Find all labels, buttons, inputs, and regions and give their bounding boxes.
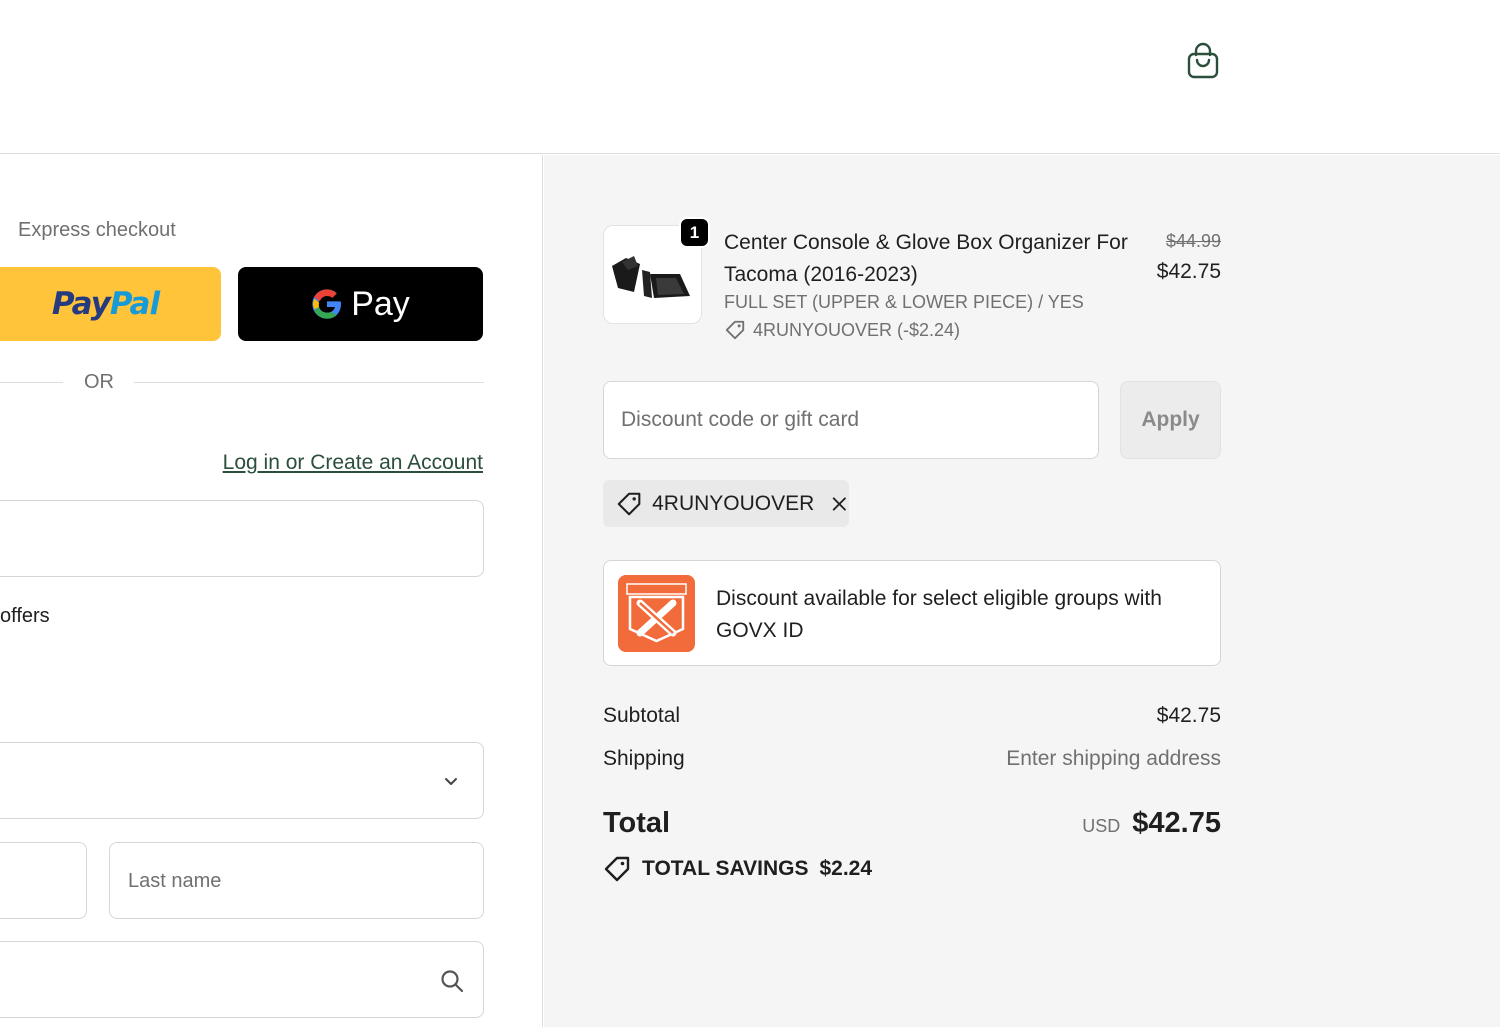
- product-variant: FULL SET (UPPER & LOWER PIECE) / YES: [724, 292, 1084, 312]
- email-offers-checkbox-label[interactable]: offers: [0, 605, 50, 628]
- savings-label: TOTAL SAVINGS: [642, 857, 809, 880]
- or-divider: OR: [0, 371, 484, 395]
- paypal-logo-pay: Pay: [51, 286, 111, 322]
- express-checkout-label: Express checkout: [18, 219, 176, 241]
- address-field[interactable]: [0, 941, 484, 1018]
- total-label: Total: [603, 807, 671, 839]
- currency-code: USD: [1082, 816, 1121, 836]
- govx-id-logo: [618, 575, 695, 652]
- google-pay-button[interactable]: Pay: [238, 267, 483, 341]
- first-name-field[interactable]: [0, 842, 87, 919]
- google-g-icon: [312, 289, 342, 319]
- discount-code-input[interactable]: [603, 381, 1099, 459]
- original-price: $44.99: [1165, 231, 1221, 251]
- subtotal-value: $42.75: [1156, 704, 1221, 727]
- paypal-button[interactable]: PayPal: [0, 267, 221, 341]
- checkout-header: [0, 0, 1500, 154]
- shopping-bag-icon[interactable]: [1186, 42, 1220, 80]
- shipping-value: Enter shipping address: [1006, 747, 1221, 770]
- discount-code-label: 4RUNYOUOVER: [652, 491, 815, 515]
- remove-discount-close-icon[interactable]: [830, 494, 849, 514]
- product-discount-text: 4RUNYOUOVER (-$2.24): [753, 319, 961, 340]
- applied-discount-chip: 4RUNYOUOVER: [603, 480, 849, 527]
- divider-line: [0, 382, 63, 383]
- login-create-account-link[interactable]: Log in or Create an Account: [223, 451, 483, 475]
- email-field[interactable]: [0, 500, 484, 577]
- total-amount: USD $42.75: [1082, 807, 1221, 840]
- divider-line: [134, 382, 484, 383]
- last-name-placeholder: Last name: [128, 870, 222, 892]
- order-summary: 1 Center Console & Glove Box Organizer F…: [544, 155, 1500, 1027]
- product-name: Center Console & Glove Box Organizer For…: [724, 231, 1128, 286]
- product-discount-line: 4RUNYOUOVER (-$2.24): [724, 319, 960, 341]
- last-name-field[interactable]: Last name: [109, 842, 484, 919]
- apply-discount-button[interactable]: Apply: [1120, 381, 1221, 459]
- savings-tag-icon: [604, 856, 630, 882]
- total-savings: TOTAL SAVINGS $2.24: [603, 855, 872, 883]
- shipping-label: Shipping: [603, 747, 685, 770]
- total-value: $42.75: [1132, 807, 1221, 839]
- search-icon: [441, 970, 464, 993]
- chevron-down-icon: [445, 778, 457, 785]
- country-select[interactable]: [0, 742, 484, 819]
- quantity-badge: 1: [679, 217, 710, 248]
- or-label: OR: [84, 371, 114, 393]
- govx-discount-banner[interactable]: Discount available for select eligible g…: [603, 560, 1221, 666]
- discounted-price: $42.75: [1156, 260, 1221, 283]
- subtotal-label: Subtotal: [603, 704, 681, 727]
- paypal-logo: PayPal: [51, 286, 160, 322]
- checkout-form-column: Express checkout PayPal Pay OR Log in or…: [0, 155, 543, 1027]
- paypal-logo-pal: Pal: [109, 286, 160, 322]
- savings-value: $2.24: [819, 857, 873, 880]
- google-pay-label: Pay: [351, 284, 410, 323]
- govx-discount-message: Discount available for select eligible g…: [716, 587, 1162, 642]
- tag-icon: [617, 492, 641, 515]
- tag-icon: [725, 320, 745, 340]
